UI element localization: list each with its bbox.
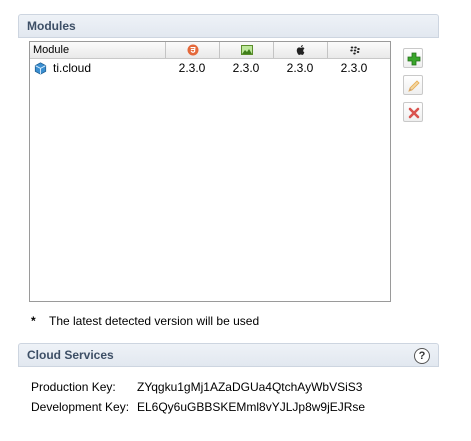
help-icon[interactable]: ?	[414, 348, 430, 364]
remove-module-button[interactable]	[403, 102, 423, 122]
edit-module-button[interactable]	[403, 75, 423, 95]
version-ios: 2.3.0	[286, 61, 314, 75]
note-text: The latest detected version will be used	[49, 314, 260, 328]
add-module-button[interactable]	[403, 48, 423, 68]
add-icon	[407, 52, 421, 66]
production-key-value: ZYqgku1gMj1AZaDGUa4QtchAyWbVSiS3	[137, 380, 363, 394]
cloud-services-title: Cloud Services	[27, 348, 114, 362]
blackberry-icon	[349, 46, 360, 55]
version-html5: 2.3.0	[178, 61, 206, 75]
column-header-module[interactable]: Module	[32, 42, 165, 58]
column-header-html5[interactable]	[165, 42, 219, 58]
edit-pencil-icon	[408, 80, 420, 92]
modules-section-header: Modules	[18, 14, 439, 38]
modules-table-header: Module	[30, 42, 390, 59]
mobileweb-image-icon	[240, 45, 253, 55]
development-key-value: EL6Qy6uGBBSKEMml8vYJLJp8w9jEJRse	[137, 400, 366, 414]
cloud-services-section-header: Cloud Services	[18, 343, 439, 367]
table-row[interactable]: ti.cloud 2.3.0 2.3.0 2.3.0 2.3.0	[30, 60, 390, 77]
note-marker: *	[31, 314, 36, 328]
development-key-row: Development Key: EL6Qy6uGBBSKEMml8vYJLJp8…	[31, 400, 365, 414]
production-key-label: Production Key:	[31, 380, 116, 394]
column-header-mobileweb[interactable]	[219, 42, 273, 58]
cube-module-icon	[34, 62, 47, 75]
version-mobileweb: 2.3.0	[232, 61, 260, 75]
latest-version-note: * The latest detected version will be use…	[31, 314, 259, 328]
column-header-ios[interactable]	[273, 42, 327, 58]
version-blackberry: 2.3.0	[340, 61, 368, 75]
modules-section-title: Modules	[27, 19, 76, 33]
module-name: ti.cloud	[53, 61, 92, 75]
column-header-blackberry[interactable]	[327, 42, 381, 58]
apple-icon	[296, 45, 304, 55]
development-key-label: Development Key:	[31, 400, 130, 414]
html5-icon	[187, 44, 198, 56]
modules-table[interactable]: Module ti.cloud 2.3.0 2.3.0 2.3.0 2.3.0	[29, 41, 391, 302]
production-key-row: Production Key: ZYqgku1gMj1AZaDGUa4QtchAy…	[31, 380, 362, 394]
remove-x-icon	[408, 107, 420, 119]
